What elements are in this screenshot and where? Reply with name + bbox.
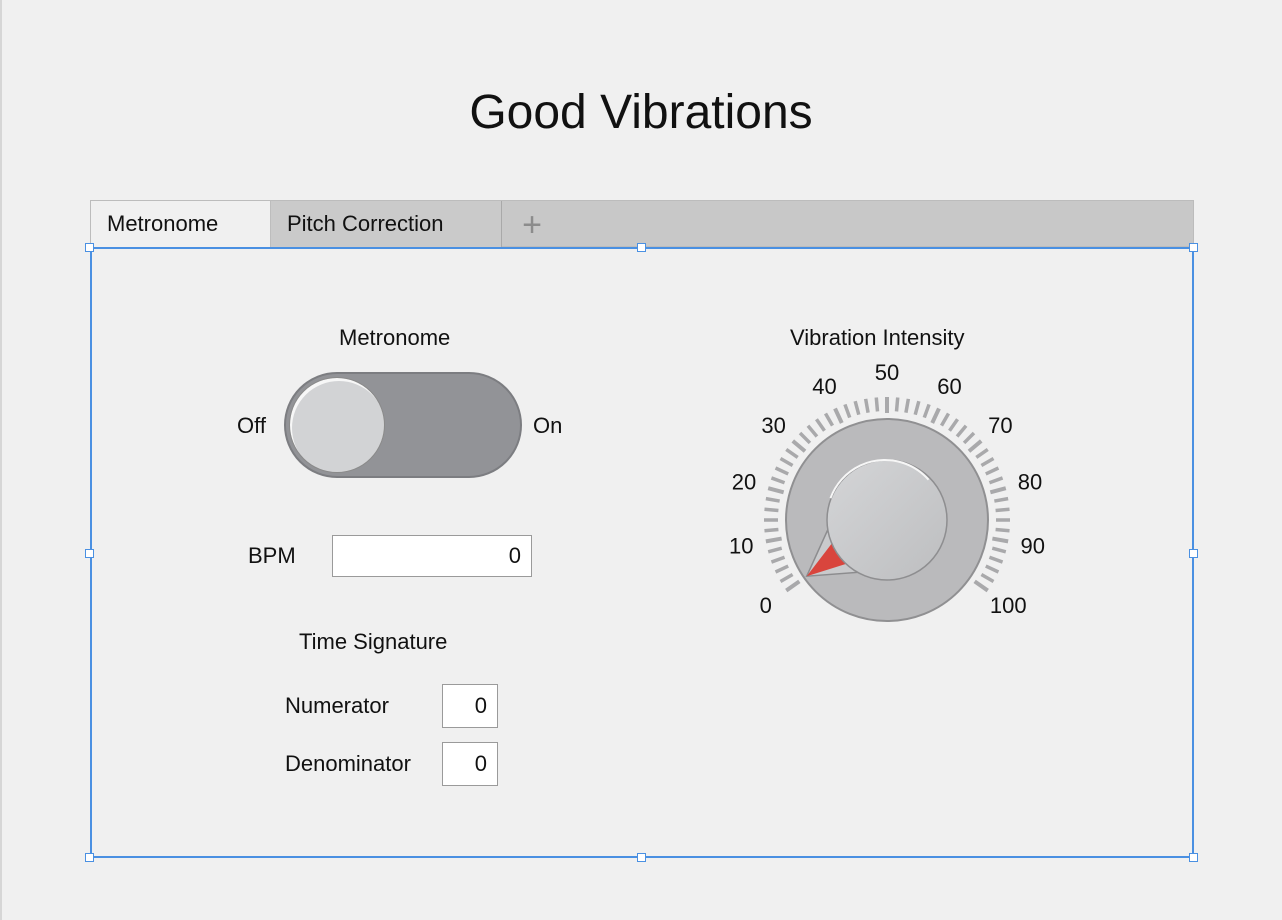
toggle-knob[interactable] bbox=[289, 377, 385, 473]
add-tab-plus-icon[interactable]: + bbox=[502, 201, 562, 248]
dial-tick bbox=[764, 507, 779, 513]
resize-handle-middle-right[interactable] bbox=[1189, 549, 1198, 558]
resize-handle-top-right[interactable] bbox=[1189, 243, 1198, 252]
dial-tick bbox=[980, 572, 995, 584]
dial-tick bbox=[904, 398, 911, 413]
bpm-input[interactable]: 0 bbox=[332, 535, 532, 577]
dial-tick bbox=[863, 398, 870, 413]
dial-tick bbox=[995, 527, 1010, 533]
resize-handle-bottom-left[interactable] bbox=[85, 853, 94, 862]
dial-tick bbox=[765, 536, 782, 544]
dial-tick bbox=[770, 476, 786, 485]
dial-scale-label: 90 bbox=[1021, 534, 1045, 559]
dial-tick bbox=[806, 424, 819, 438]
dial-scale-label: 60 bbox=[937, 374, 961, 399]
dial-tick bbox=[767, 486, 785, 495]
dial-tick bbox=[967, 439, 983, 453]
dial-tick bbox=[785, 579, 801, 593]
resize-handle-bottom-center[interactable] bbox=[637, 853, 646, 862]
dial-tick bbox=[948, 418, 959, 432]
dial-tick bbox=[939, 412, 951, 427]
resize-handle-bottom-right[interactable] bbox=[1189, 853, 1198, 862]
dial-tick bbox=[779, 572, 794, 584]
numerator-label: Numerator bbox=[285, 693, 389, 718]
dial-tick bbox=[922, 403, 931, 419]
knob-cap[interactable] bbox=[826, 459, 948, 581]
dial-tick bbox=[930, 407, 941, 424]
dial-scale-label: 0 bbox=[760, 593, 772, 618]
dial-tick bbox=[770, 555, 786, 564]
dial-scale-label: 30 bbox=[761, 413, 785, 438]
metronome-toggle-switch[interactable] bbox=[284, 372, 522, 478]
tab-pitch-correction[interactable]: Pitch Correction bbox=[271, 201, 502, 248]
dial-tick bbox=[785, 448, 799, 459]
dial-tick bbox=[913, 400, 921, 416]
dial-tick bbox=[995, 507, 1010, 513]
dial-tick bbox=[815, 418, 826, 432]
dial-tick bbox=[991, 546, 1007, 554]
dial-scale-label: 100 bbox=[990, 593, 1027, 618]
dial-tick bbox=[962, 431, 976, 445]
dial-tick bbox=[774, 564, 789, 574]
time-signature-heading: Time Signature bbox=[299, 629, 448, 654]
dial-tick bbox=[874, 397, 880, 412]
dial-tick bbox=[767, 546, 783, 554]
dial-tick bbox=[764, 527, 779, 533]
dial-tick bbox=[985, 466, 1000, 476]
dial-tick bbox=[779, 456, 794, 468]
dial-tick bbox=[985, 564, 1000, 574]
dial-tick bbox=[765, 496, 780, 503]
dial-tick bbox=[989, 486, 1007, 495]
vibration-intensity-knob[interactable]: 0 10 20 30 40 50 60 70 80 90 100 bbox=[700, 355, 1080, 675]
dial-scale-label: 40 bbox=[812, 374, 836, 399]
resize-handle-top-left[interactable] bbox=[85, 243, 94, 252]
switch-off-label: Off bbox=[237, 413, 266, 438]
dial-tick bbox=[994, 496, 1009, 503]
bpm-label: BPM bbox=[248, 543, 296, 568]
dial-tick bbox=[791, 439, 807, 453]
resize-handle-top-center[interactable] bbox=[637, 243, 646, 252]
dial-scale-label: 80 bbox=[1018, 470, 1042, 495]
dial-tick bbox=[988, 555, 1004, 564]
dial-tick bbox=[894, 397, 900, 412]
dial-tick bbox=[955, 424, 968, 438]
dial-scale-label: 70 bbox=[988, 413, 1012, 438]
dial-tick bbox=[833, 407, 844, 424]
dial-tick bbox=[988, 476, 1004, 485]
dial-tick bbox=[853, 400, 861, 416]
dial-tick bbox=[992, 536, 1009, 544]
dial-tick bbox=[980, 456, 995, 468]
switch-on-label: On bbox=[533, 413, 563, 438]
dial-tick bbox=[843, 403, 852, 419]
denominator-label: Denominator bbox=[285, 751, 411, 776]
denominator-input[interactable]: 0 bbox=[442, 742, 498, 786]
tab-metronome[interactable]: Metronome bbox=[91, 201, 271, 248]
dial-scale-label: 50 bbox=[875, 360, 899, 385]
vibration-intensity-label: Vibration Intensity bbox=[790, 325, 965, 350]
dial-tick bbox=[975, 448, 989, 459]
app-title: Good Vibrations bbox=[469, 86, 813, 139]
dial-tick bbox=[798, 431, 812, 445]
tab-strip: Metronome Pitch Correction + bbox=[90, 200, 1194, 248]
dial-tick bbox=[823, 412, 835, 427]
dial-scale-label: 20 bbox=[732, 470, 756, 495]
dial-tick bbox=[774, 466, 789, 476]
resize-handle-middle-left[interactable] bbox=[85, 549, 94, 558]
numerator-input[interactable]: 0 bbox=[442, 684, 498, 728]
dial-tick bbox=[973, 579, 989, 593]
metronome-label: Metronome bbox=[339, 325, 451, 350]
dial-scale-label: 10 bbox=[729, 534, 753, 559]
